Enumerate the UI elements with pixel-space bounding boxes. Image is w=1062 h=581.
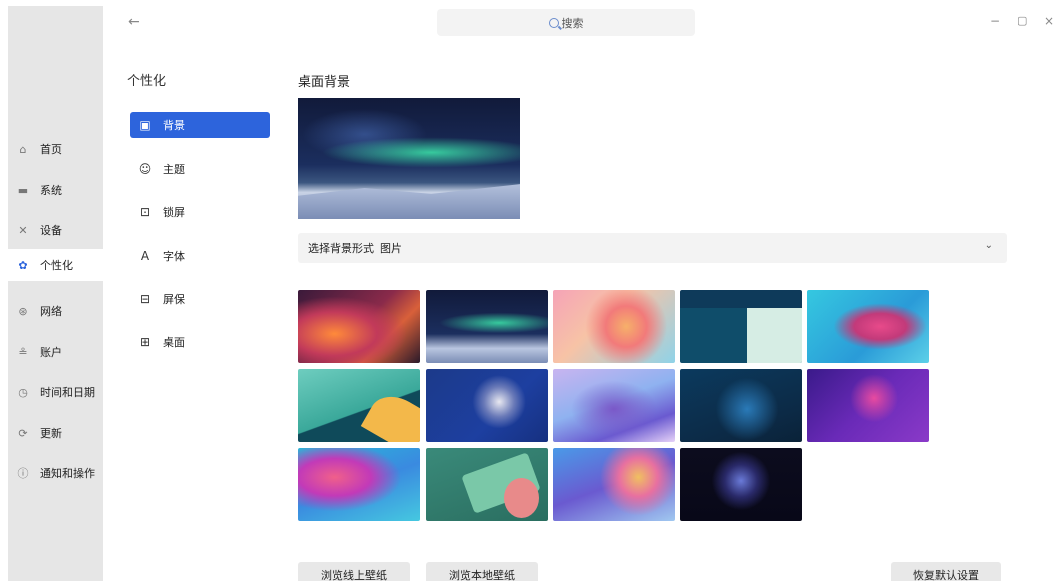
image-icon: ▣ (139, 118, 151, 132)
wallpaper-thumb-3[interactable] (553, 290, 675, 363)
page-title: 桌面背景 (298, 75, 351, 90)
sidebar-item-label: 账户 (40, 346, 62, 359)
submenu-item-label: 桌面 (163, 336, 185, 349)
submenu-item-label: 字体 (163, 250, 185, 263)
display-icon: ▬ (17, 183, 29, 197)
submenu-item-lockscreen[interactable]: ⊡ 锁屏 (130, 199, 270, 225)
wallpaper-thumb-5[interactable] (807, 290, 929, 363)
preview-snow (298, 184, 520, 219)
submenu-title: 个性化 (127, 74, 167, 89)
home-icon: ⌂ (19, 142, 27, 156)
update-icon: ⟳ (18, 426, 28, 440)
sidebar-item-network[interactable]: ⊛ 网络 (8, 296, 103, 326)
submenu-item-label: 屏保 (163, 293, 185, 306)
network-icon: ⊛ (18, 304, 28, 318)
wallpaper-thumb-1[interactable] (298, 290, 420, 363)
search-input[interactable]: 搜索 (437, 9, 695, 36)
sidebar-item-notifications[interactable]: ⓘ 通知和操作 (8, 458, 103, 488)
wallpaper-thumb-10[interactable] (807, 369, 929, 442)
sidebar-item-label: 时间和日期 (40, 386, 95, 399)
sidebar-item-account[interactable]: ≗ 账户 (8, 337, 103, 367)
sidebar-item-datetime[interactable]: ◷ 时间和日期 (8, 377, 103, 407)
font-icon: A (140, 249, 150, 263)
restore-default-button[interactable]: 恢复默认设置 (891, 562, 1001, 581)
desktop-icon: ⊞ (139, 335, 151, 349)
close-icon[interactable]: × (1044, 14, 1054, 28)
screensaver-icon: ⊟ (139, 292, 151, 306)
sidebar-item-label: 个性化 (40, 259, 73, 272)
wallpaper-thumb-13[interactable] (553, 448, 675, 521)
submenu-item-label: 锁屏 (163, 206, 185, 219)
wallpaper-thumb-9[interactable] (680, 369, 802, 442)
search-placeholder: 搜索 (561, 16, 584, 30)
wallpaper-thumb-8[interactable] (553, 369, 675, 442)
select-value: 图片 (380, 242, 402, 255)
submenu-item-background[interactable]: ▣ 背景 (130, 112, 270, 138)
submenu-item-theme[interactable]: ☺ 主题 (130, 156, 270, 182)
restore-icon[interactable]: ▢ (1017, 14, 1027, 27)
minimize-icon[interactable]: − (990, 14, 1000, 28)
thumb-shape (747, 308, 802, 363)
sidebar-item-label: 系统 (40, 184, 62, 197)
sidebar-item-label: 首页 (40, 143, 62, 156)
thumb-shape (360, 387, 420, 442)
info-icon: ⓘ (17, 467, 29, 480)
sidebar: ⌂ 首页 ▬ 系统 ✕ 设备 ✿ 个性化 ⊛ 网络 ≗ 账户 ◷ 时间和日期 ⟳… (8, 6, 103, 581)
browse-local-wallpapers-button[interactable]: 浏览本地壁纸 (426, 562, 538, 581)
clock-icon: ◷ (18, 385, 28, 399)
tools-icon: ✕ (18, 223, 28, 237)
sidebar-item-update[interactable]: ⟳ 更新 (8, 418, 103, 448)
submenu-item-font[interactable]: A 字体 (130, 243, 270, 269)
submenu-item-label: 背景 (163, 119, 185, 132)
back-arrow-icon[interactable]: ← (128, 14, 140, 30)
select-label: 选择背景形式 (308, 242, 374, 255)
sidebar-item-label: 更新 (40, 427, 62, 440)
wallpaper-thumb-11[interactable] (298, 448, 420, 521)
sidebar-item-label: 网络 (40, 305, 62, 318)
sidebar-item-system[interactable]: ▬ 系统 (8, 175, 103, 205)
wallpaper-thumb-14[interactable] (680, 448, 802, 521)
browse-online-wallpapers-button[interactable]: 浏览线上壁纸 (298, 562, 410, 581)
wallpaper-thumb-2[interactable] (426, 290, 548, 363)
thumb-shape (504, 478, 539, 518)
theme-icon: ☺ (138, 162, 152, 176)
sidebar-item-label: 通知和操作 (40, 467, 95, 480)
wallpaper-thumb-4[interactable] (680, 290, 802, 363)
user-icon: ≗ (18, 345, 28, 359)
submenu-item-desktop[interactable]: ⊞ 桌面 (130, 329, 270, 355)
chevron-down-icon: ⌄ (984, 240, 993, 251)
wallpaper-preview (298, 98, 520, 219)
palette-icon: ✿ (18, 258, 28, 272)
background-type-select[interactable]: 选择背景形式 图片 ⌄ (298, 233, 1007, 263)
sidebar-item-home[interactable]: ⌂ 首页 (8, 134, 103, 164)
wallpaper-thumb-7[interactable] (426, 369, 548, 442)
lock-screen-icon: ⊡ (139, 205, 151, 219)
sidebar-item-personalization[interactable]: ✿ 个性化 (8, 249, 103, 281)
sidebar-item-label: 设备 (40, 224, 62, 237)
wallpaper-thumb-12[interactable] (426, 448, 548, 521)
search-icon (548, 17, 559, 28)
submenu-item-label: 主题 (163, 163, 185, 176)
sidebar-item-devices[interactable]: ✕ 设备 (8, 215, 103, 245)
wallpaper-thumb-6[interactable] (298, 369, 420, 442)
submenu-item-screensaver[interactable]: ⊟ 屏保 (130, 286, 270, 312)
